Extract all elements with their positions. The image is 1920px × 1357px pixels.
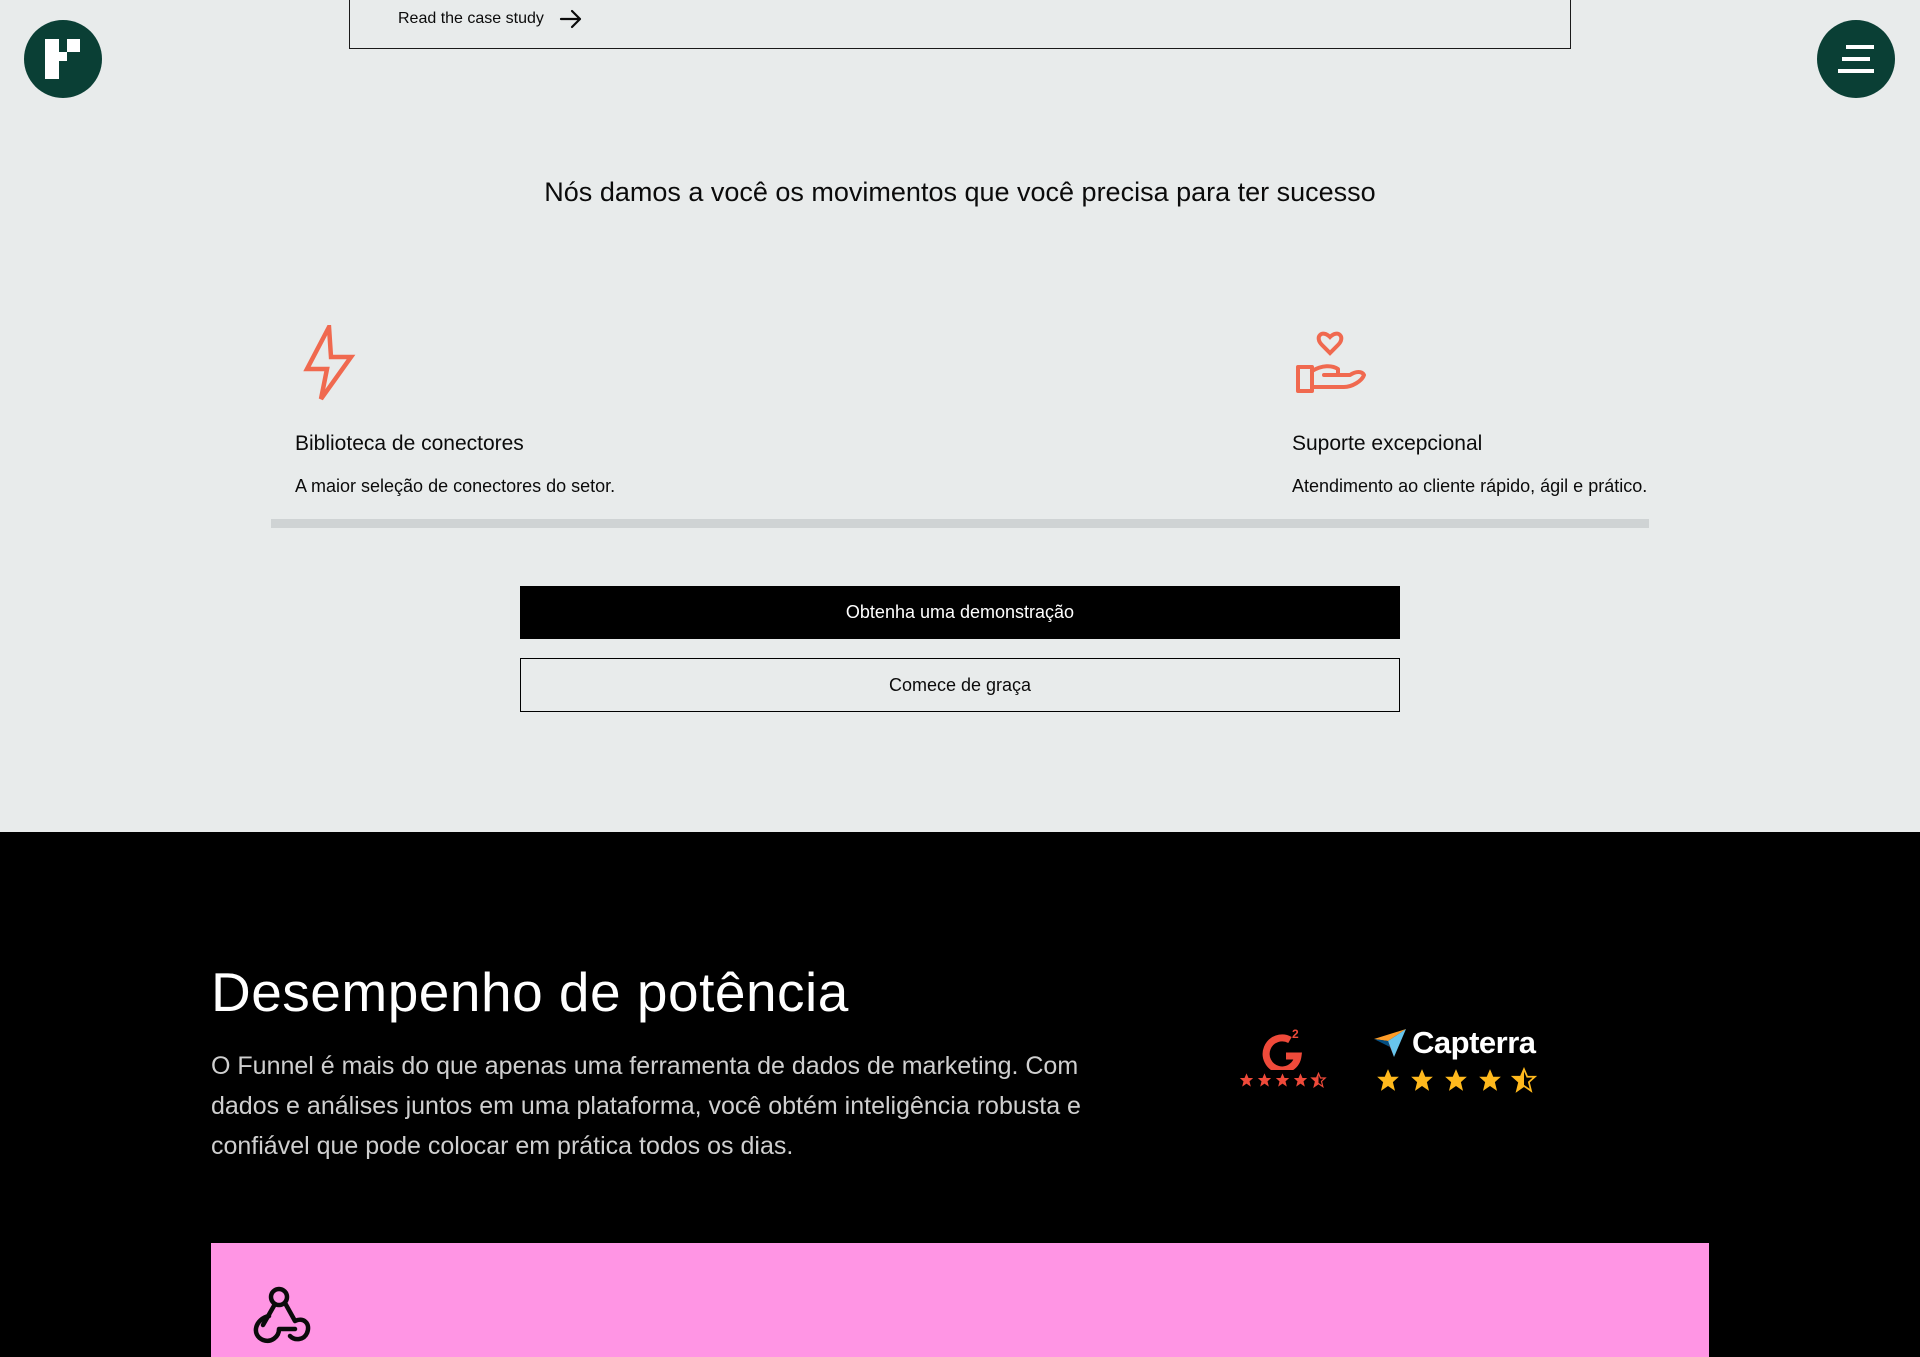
- feature-title: Biblioteca de conectores: [295, 432, 524, 455]
- funnel-logo-icon: [45, 39, 80, 79]
- g2-stars: [1238, 1072, 1328, 1088]
- star-icon: [1411, 1069, 1433, 1091]
- g2-rating: 2: [1238, 1026, 1328, 1088]
- star-icon: [1293, 1073, 1308, 1087]
- carousel-scrollbar[interactable]: [271, 519, 1649, 528]
- section-heading: Nós damos a você os movimentos que você …: [544, 177, 1376, 207]
- hamburger-menu-icon: [1838, 45, 1874, 73]
- feature-description: Atendimento ao cliente rápido, ágil e pr…: [1292, 476, 1648, 496]
- start-free-button[interactable]: Comece de graça: [520, 658, 1400, 712]
- performance-section: Desempenho de potência O Funnel é mais d…: [0, 832, 1920, 1357]
- svg-text:2: 2: [1292, 1027, 1299, 1041]
- lightning-bolt-icon: [303, 318, 356, 401]
- star-icon: [1257, 1073, 1272, 1087]
- star-icon: [1377, 1069, 1399, 1091]
- read-case-study-link[interactable]: Read the case study: [398, 8, 584, 30]
- capterra-name: Capterra: [1412, 1025, 1536, 1060]
- webhook-icon: [253, 1286, 311, 1343]
- half-star-icon: [1310, 1072, 1327, 1088]
- funnel-logo[interactable]: [24, 20, 102, 98]
- g2-logo-icon: 2: [1262, 1027, 1302, 1070]
- case-study-card: Read the case study: [349, 0, 1571, 49]
- features-section: Read the case study Nós damos a você os …: [0, 0, 1920, 832]
- capterra-header: Capterra: [1372, 1025, 1537, 1061]
- performance-description: O Funnel é mais do que apenas uma ferram…: [211, 1052, 1081, 1160]
- star-icon: [1445, 1069, 1467, 1091]
- feature-support: Suporte excepcional Atendimento ao clien…: [1292, 325, 1648, 497]
- read-case-study-label: Read the case study: [398, 10, 544, 27]
- performance-title: Desempenho de potência: [211, 961, 849, 1023]
- feature-title: Suporte excepcional: [1292, 432, 1483, 455]
- feature-connectors: Biblioteca de conectores A maior seleção…: [295, 318, 616, 497]
- hand-heart-icon: [1296, 331, 1366, 393]
- capterra-logo-icon: [1374, 1029, 1406, 1057]
- star-icon: [1479, 1069, 1501, 1091]
- star-icon: [1239, 1073, 1254, 1087]
- feature-description: A maior seleção de conectores do setor.: [295, 476, 616, 496]
- capterra-stars: [1375, 1067, 1537, 1093]
- menu-button[interactable]: [1817, 20, 1895, 98]
- integration-card: [211, 1243, 1709, 1357]
- arrow-right-icon: [559, 9, 581, 29]
- half-star-icon: [1511, 1067, 1537, 1093]
- star-icon: [1275, 1073, 1290, 1087]
- capterra-rating: Capterra: [1372, 1025, 1537, 1093]
- get-demo-button[interactable]: Obtenha uma demonstração: [520, 586, 1400, 639]
